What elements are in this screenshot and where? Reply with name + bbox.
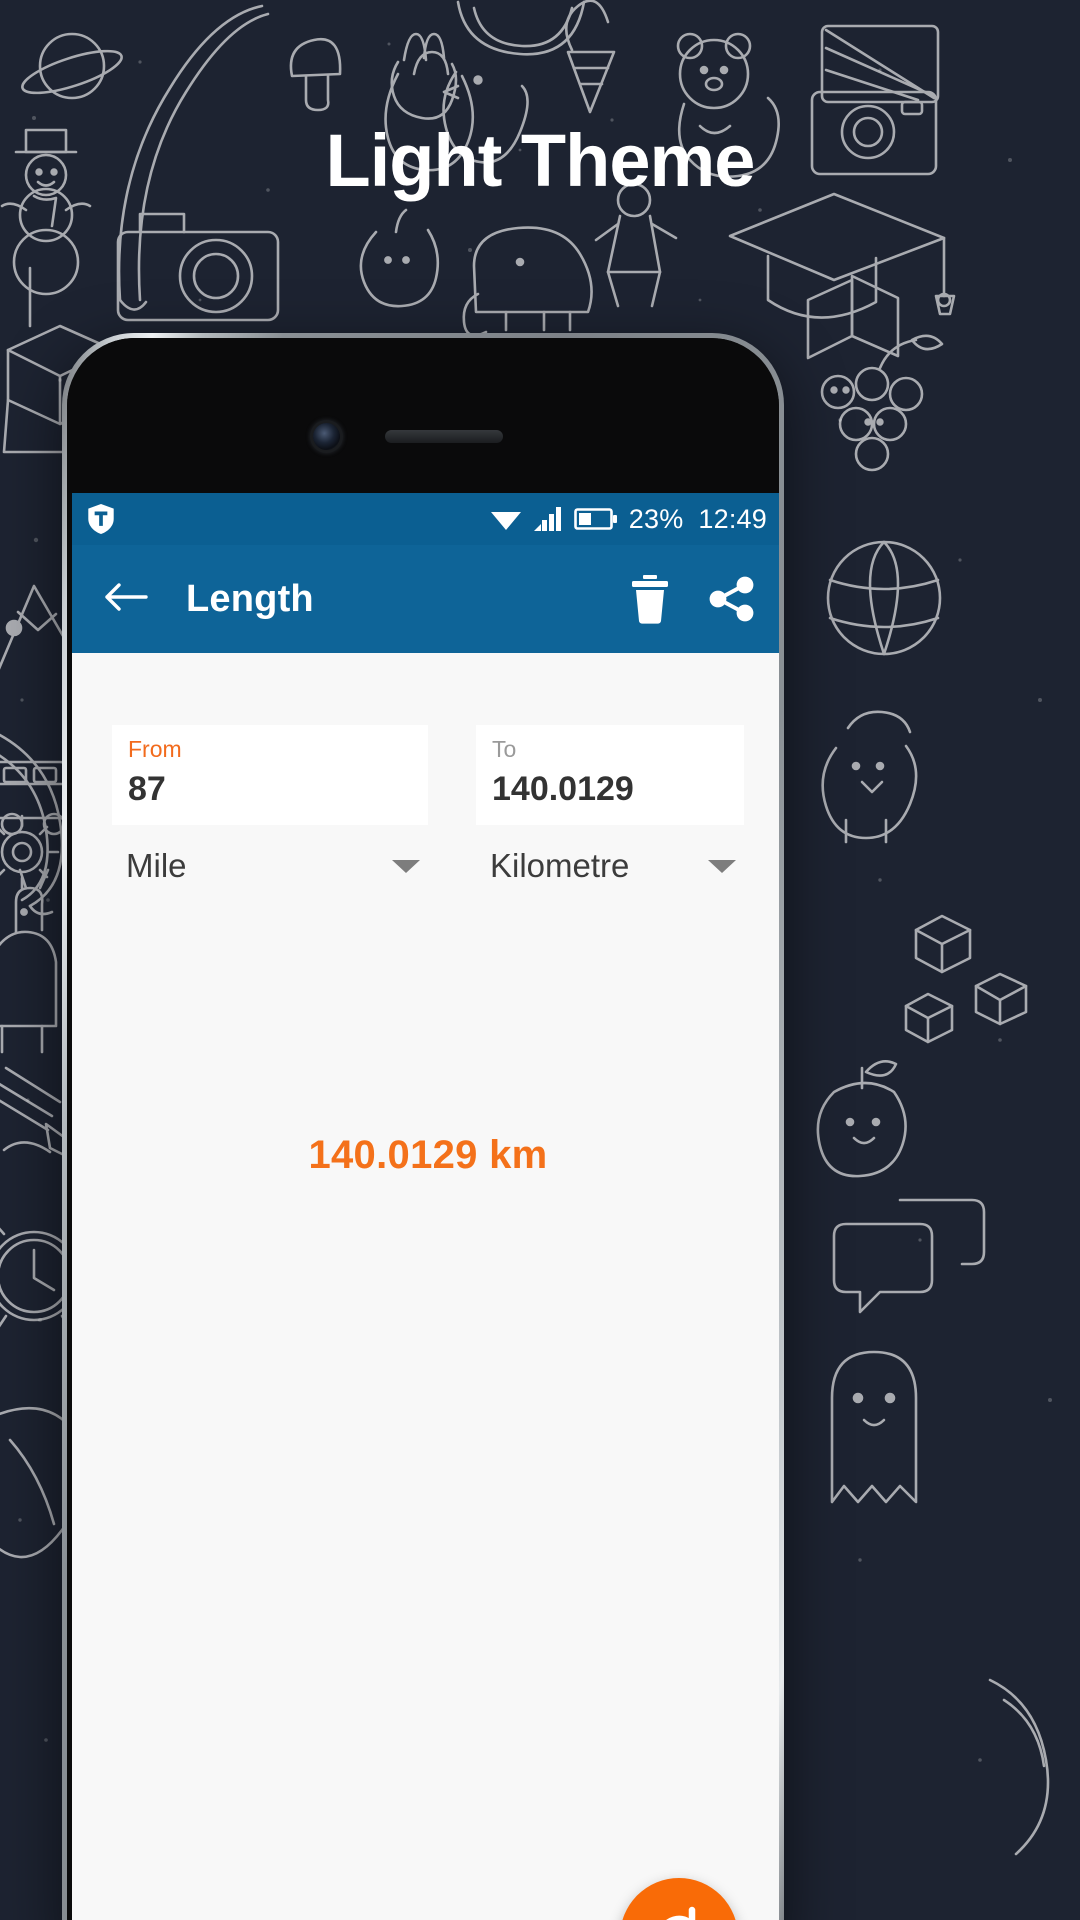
chevron-down-icon	[708, 859, 736, 873]
front-camera-icon	[313, 423, 340, 450]
trash-icon[interactable]	[628, 574, 672, 624]
doodle-bus	[0, 760, 70, 836]
to-input[interactable]: To 140.0129	[476, 725, 744, 826]
from-value: 87	[128, 770, 166, 809]
doodle-camera-left	[116, 212, 280, 322]
to-label: To	[492, 736, 517, 762]
converter-fields: From 87 Mile To 140.0129 Kilometre	[72, 653, 779, 885]
cellular-signal-icon	[533, 507, 561, 531]
wifi-icon	[490, 512, 521, 530]
to-field-group: To 140.0129 Kilometre	[428, 725, 744, 885]
page-title: Light Theme	[325, 119, 756, 202]
to-unit-dropdown[interactable]: Kilometre	[476, 847, 744, 885]
doodle-llama	[0, 868, 58, 1054]
doodle-pear	[359, 208, 440, 308]
doodle-grapes	[820, 334, 944, 472]
shield-t-icon	[88, 504, 114, 534]
doodle-mushroom	[289, 37, 342, 112]
doodle-icecream	[564, 0, 616, 114]
doodle-gear	[0, 814, 60, 890]
doodle-smile	[456, 0, 586, 56]
to-value: 140.0129	[492, 770, 634, 809]
phone-mockup: 23% 12:49 Length From 87 Mile To 140.012…	[62, 333, 784, 1920]
chevron-down-icon	[392, 859, 420, 873]
doodle-ghost	[830, 1350, 918, 1504]
from-field-group: From 87 Mile	[112, 725, 428, 885]
back-arrow-icon[interactable]	[104, 580, 148, 619]
from-label: From	[128, 736, 182, 762]
doodle-globe	[826, 540, 942, 656]
share-icon[interactable]	[708, 576, 756, 622]
promo-banner: Light Theme 23% 12:49 Length From 87 Mil…	[0, 0, 1080, 1920]
to-unit-label: Kilometre	[490, 847, 630, 885]
earpiece-speaker-icon	[385, 430, 503, 443]
phone-screen: 23% 12:49 Length From 87 Mile To 140.012…	[72, 493, 779, 1920]
from-unit-dropdown[interactable]: Mile	[112, 847, 428, 885]
from-unit-label: Mile	[126, 847, 187, 885]
clock-time: 12:49	[698, 503, 767, 534]
from-input[interactable]: From 87	[112, 725, 428, 826]
doodle-hand	[390, 32, 458, 120]
doodle-elephant	[462, 226, 593, 337]
doodle-planet	[21, 32, 123, 100]
battery-percentage: 23%	[628, 503, 684, 534]
doodle-apple	[816, 1060, 907, 1178]
doodle-palm	[988, 1678, 1050, 1856]
doodle-chick	[821, 710, 918, 844]
doodle-banana	[0, 733, 64, 916]
doodle-chat	[832, 1198, 986, 1314]
doodle-fairy	[594, 182, 678, 308]
app-bar: Length	[72, 545, 779, 653]
swap-refresh-icon	[666, 1906, 696, 1920]
battery-icon	[573, 508, 617, 530]
converter-content: From 87 Mile To 140.0129 Kilometre 140.0…	[72, 653, 779, 1920]
status-bar: 23% 12:49	[72, 493, 779, 545]
swap-refresh-fab[interactable]	[620, 1878, 738, 1920]
app-bar-title: Length	[186, 577, 314, 620]
doodle-cubes	[904, 914, 1028, 1044]
conversion-result: 140.0129 km	[308, 1133, 548, 1177]
doodle-books	[806, 274, 900, 360]
phone-top-bezel	[67, 338, 779, 493]
doodle-graduation-cap	[728, 192, 956, 319]
